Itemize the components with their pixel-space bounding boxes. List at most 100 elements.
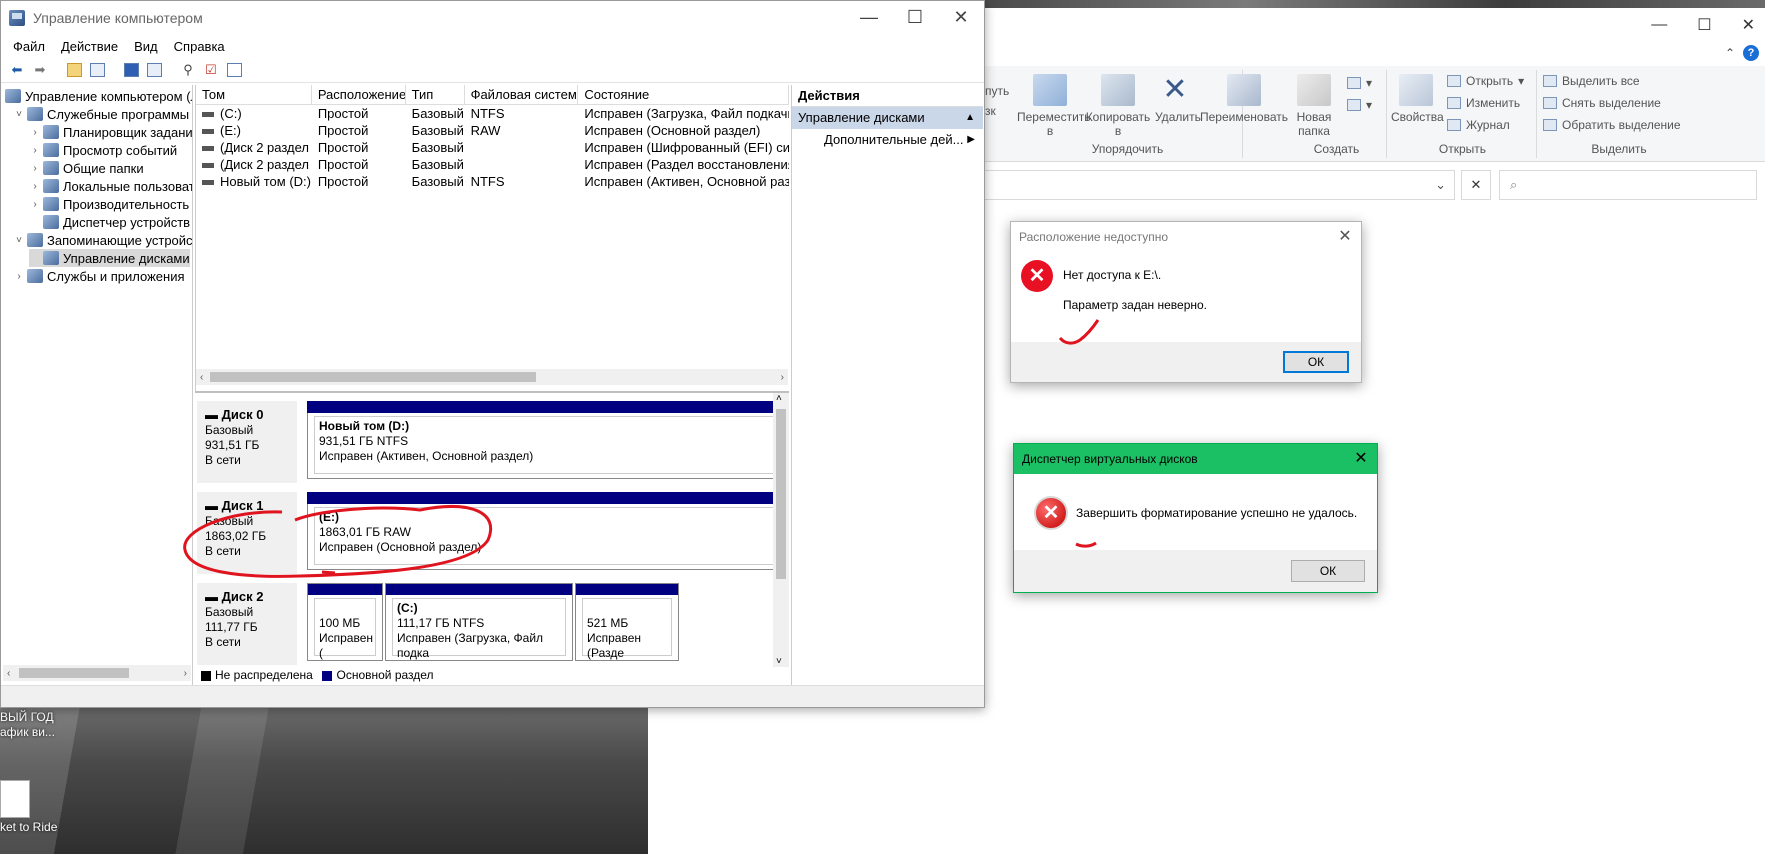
column-header-status[interactable]: Состояние	[578, 85, 789, 104]
show-hide-tree-icon[interactable]	[87, 60, 107, 80]
column-header-type[interactable]: Тип	[406, 85, 465, 104]
select-none-button[interactable]: Снять выделение	[1543, 96, 1661, 110]
table-row[interactable]: (C:) Простой Базовый NTFS Исправен (Загрузка…	[196, 105, 789, 122]
actions-section-disk-management[interactable]: Управление дисками ▲	[792, 107, 983, 129]
history-button[interactable]: Журнал	[1447, 118, 1510, 132]
partition-recovery[interactable]: 521 МБ Исправен (Разде	[575, 583, 679, 661]
column-header-filesystem[interactable]: Файловая система	[465, 85, 579, 104]
tree-item[interactable]: › Службы и приложения	[13, 267, 184, 285]
up-folder-icon[interactable]	[64, 60, 84, 80]
tree-root[interactable]: Управление компьютером (л	[3, 87, 192, 105]
select-all-button[interactable]: Выделить все	[1543, 74, 1640, 88]
scroll-down-icon[interactable]: ˅	[776, 656, 782, 667]
edit-button[interactable]: Изменить	[1447, 96, 1520, 110]
tree-item[interactable]: › Общие папки	[29, 159, 143, 177]
expand-right-icon[interactable]: ›	[29, 163, 41, 174]
ok-button[interactable]: ОК	[1291, 560, 1365, 582]
column-header-layout[interactable]: Расположение	[312, 85, 406, 104]
properties-button[interactable]: Свойства	[1391, 74, 1444, 124]
tree-horizontal-scrollbar[interactable]: ‹ ›	[3, 665, 191, 681]
close-button[interactable]: ✕	[1742, 15, 1755, 35]
move-to-button[interactable]: Переместить в	[1017, 74, 1091, 138]
partition-e[interactable]: (E:) 1863,01 ГБ RAW Исправен (Основной р…	[307, 492, 789, 570]
help-icon[interactable]: ?	[1743, 45, 1759, 61]
expand-right-icon[interactable]: ›	[29, 181, 41, 192]
chevron-down-icon[interactable]: ⌄	[1435, 177, 1446, 193]
expand-right-icon[interactable]: ›	[29, 199, 41, 210]
tree-item[interactable]: › Производительность	[29, 195, 189, 213]
scrollbar-thumb[interactable]	[776, 409, 786, 579]
invert-selection-button[interactable]: Обратить выделение	[1543, 118, 1681, 132]
tree-item[interactable]: › Локальные пользовате	[29, 177, 192, 195]
expand-down-icon[interactable]: ˅	[13, 235, 25, 246]
table-row[interactable]: (Диск 2 раздел 4) Простой Базовый Исправен …	[196, 156, 789, 173]
ok-button[interactable]: ОК	[1283, 351, 1349, 373]
menu-action[interactable]: Действие	[53, 39, 126, 54]
partition-efi[interactable]: 100 МБ Исправен (	[307, 583, 383, 661]
scroll-left-icon[interactable]: ‹	[200, 372, 203, 383]
search-input[interactable]: ⌕	[1499, 170, 1757, 200]
collapse-arrow-icon[interactable]: ▲	[965, 107, 975, 129]
disk-0-info[interactable]: ▬ Диск 0 Базовый 931,51 ГБ В сети	[197, 401, 297, 483]
menu-view[interactable]: Вид	[126, 39, 166, 54]
scroll-up-icon[interactable]: ˄	[776, 393, 782, 404]
disk-2-info[interactable]: ▬ Диск 2 Базовый 111,77 ГБ В сети	[197, 583, 297, 665]
new-item-button[interactable]: ▾	[1347, 76, 1372, 90]
table-row[interactable]: (E:) Простой Базовый RAW Исправен (Основной …	[196, 122, 789, 139]
close-button[interactable]: ✕	[938, 1, 984, 35]
table-cell: NTFS	[470, 174, 505, 189]
scrollbar-thumb[interactable]	[210, 372, 536, 382]
minimize-button[interactable]: —	[846, 1, 892, 35]
partition-d[interactable]: Новый том (D:) 931,51 ГБ NTFS Исправен (…	[307, 401, 781, 479]
menu-help[interactable]: Справка	[166, 39, 233, 54]
column-header-volume[interactable]: Том	[196, 85, 312, 104]
disk-1-info[interactable]: ▬ Диск 1 Базовый 1863,02 ГБ В сети	[197, 492, 297, 574]
properties-pane-icon[interactable]	[144, 60, 164, 80]
address-bar[interactable]: ⌄	[985, 170, 1455, 200]
table-row[interactable]: (Диск 2 раздел 1) Простой Базовый Исправен …	[196, 139, 789, 156]
maximize-button[interactable]: ☐	[1697, 15, 1711, 35]
scroll-left-icon[interactable]: ‹	[7, 668, 10, 679]
connect-icon[interactable]: ⚲	[178, 60, 198, 80]
volume-horizontal-scrollbar[interactable]: ‹ ›	[196, 369, 788, 385]
menu-file[interactable]: Файл	[5, 39, 53, 54]
tree-item[interactable]: › Планировщик заданий	[29, 123, 192, 141]
new-folder-button[interactable]: Новая папка	[1289, 74, 1339, 138]
easy-access-button[interactable]: ▾	[1347, 98, 1372, 112]
clear-address-button[interactable]: ✕	[1461, 170, 1491, 200]
desktop-icon-ticket[interactable]: ket to Ride	[0, 780, 70, 835]
expand-ribbon-icon[interactable]: ⌃	[1725, 46, 1735, 60]
expand-right-icon[interactable]: ›	[29, 145, 41, 156]
back-arrow-icon[interactable]: ⬅	[7, 60, 27, 80]
copy-to-button[interactable]: Копировать в	[1085, 74, 1151, 138]
partition-c[interactable]: (C:) 111,17 ГБ NTFS Исправен (Загрузка, …	[385, 583, 573, 661]
delete-button[interactable]: ✕ Удалить	[1155, 74, 1201, 125]
tree-item[interactable]: Управление дисками	[29, 249, 190, 267]
tree-item[interactable]: Диспетчер устройств	[29, 213, 190, 231]
scrollbar-thumb[interactable]	[19, 668, 129, 678]
scroll-right-icon[interactable]: ›	[781, 372, 784, 383]
open-button[interactable]: Открыть ▾	[1447, 74, 1524, 88]
help-icon[interactable]	[121, 60, 141, 80]
scroll-right-icon[interactable]: ›	[184, 668, 187, 679]
tree-item[interactable]: › Просмотр событий	[29, 141, 177, 159]
drive-icon	[202, 180, 214, 186]
tree-item[interactable]: ˅ Запоминающие устройст	[13, 231, 192, 249]
tree-item[interactable]: ˅ Служебные программы	[13, 105, 189, 123]
forward-arrow-icon[interactable]: ➡	[30, 60, 50, 80]
table-row[interactable]: Новый том (D:) Простой Базовый NTFS Исправен…	[196, 173, 789, 190]
checklist-icon[interactable]: ☑	[201, 60, 221, 80]
properties-icon[interactable]	[224, 60, 244, 80]
close-icon[interactable]: ✕	[1351, 444, 1371, 474]
maximize-button[interactable]: ☐	[892, 1, 938, 35]
disk-vertical-scrollbar[interactable]: ˄ ˅	[773, 393, 789, 667]
expand-down-icon[interactable]: ˅	[13, 109, 25, 120]
minimize-button[interactable]: —	[1651, 16, 1667, 34]
expand-right-icon[interactable]: ›	[13, 271, 25, 282]
edit-icon	[1447, 97, 1461, 109]
ribbon-group-open: Свойства Открыть ▾ Изменить Журнал Откры…	[1389, 70, 1537, 158]
expand-right-icon[interactable]: ›	[29, 127, 41, 138]
rename-button[interactable]: Переименовать	[1199, 74, 1289, 124]
more-actions-item[interactable]: Дополнительные дей... ▶	[792, 129, 983, 151]
close-icon[interactable]: ✕	[1335, 222, 1355, 252]
